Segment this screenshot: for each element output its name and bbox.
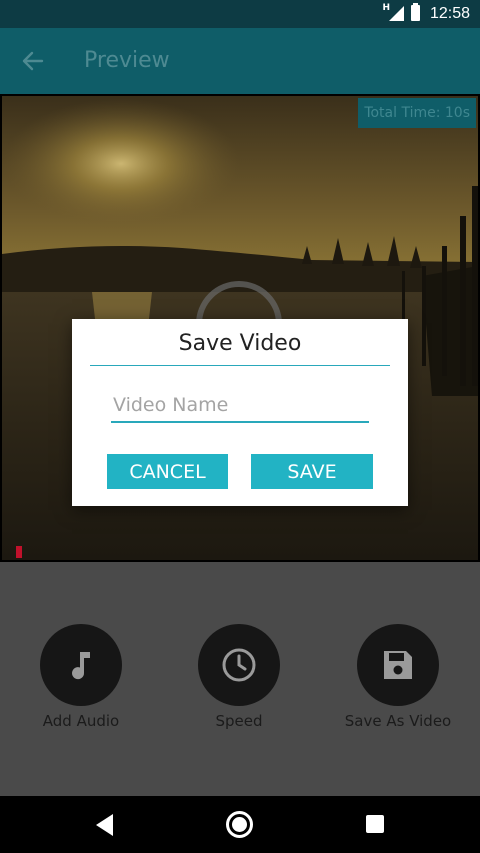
- nav-back-icon[interactable]: [96, 814, 113, 836]
- add-audio-label: Add Audio: [42, 712, 120, 730]
- speed-button[interactable]: Speed: [169, 624, 309, 730]
- signal-icon: [389, 6, 404, 21]
- save-button[interactable]: SAVE: [251, 454, 373, 489]
- battery-icon: [411, 3, 420, 21]
- save-as-video-label: Save As Video: [344, 712, 452, 730]
- total-time-badge: Total Time: 10s: [358, 98, 476, 128]
- system-nav-bar: [0, 796, 480, 853]
- clock-icon: [222, 648, 256, 682]
- speed-circle[interactable]: [198, 624, 280, 706]
- status-time: 12:58: [429, 5, 470, 22]
- progress-marker[interactable]: [16, 546, 22, 558]
- status-bar: H 12:58: [0, 0, 480, 28]
- nav-home-icon[interactable]: [226, 811, 253, 838]
- dialog-title: Save Video: [178, 331, 302, 356]
- save-disk-icon: [384, 651, 412, 679]
- dialog-divider: [90, 365, 390, 366]
- action-panel: Add Audio Speed Save As Video: [0, 562, 480, 796]
- arrow-left-icon[interactable]: [18, 46, 48, 76]
- music-note-icon: [72, 652, 90, 680]
- save-as-video-circle[interactable]: [357, 624, 439, 706]
- cancel-button[interactable]: CANCEL: [107, 454, 228, 489]
- save-video-dialog: Save Video CANCEL SAVE: [72, 319, 408, 506]
- speed-label: Speed: [215, 712, 263, 730]
- nav-recents-icon[interactable]: [366, 815, 384, 833]
- save-as-video-button[interactable]: Save As Video: [328, 624, 468, 730]
- app-bar: Preview: [0, 28, 480, 94]
- add-audio-button[interactable]: Add Audio: [11, 624, 151, 730]
- video-name-input[interactable]: [111, 391, 369, 423]
- page-title: Preview: [84, 48, 170, 73]
- add-audio-circle[interactable]: [40, 624, 122, 706]
